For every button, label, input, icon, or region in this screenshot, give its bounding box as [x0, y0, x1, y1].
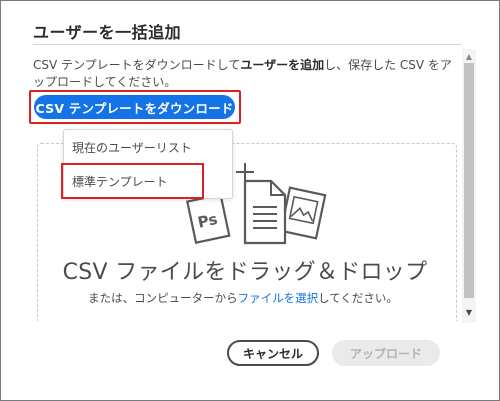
drop-zone-subtitle: または、コンピューターからファイルを選択してください。 [25, 290, 461, 306]
scroll-thumb[interactable] [464, 63, 474, 298]
title-divider [33, 44, 461, 45]
instructions-bold: ユーザーを追加 [240, 58, 325, 72]
cancel-button[interactable]: キャンセル [227, 340, 319, 366]
document-icon [243, 179, 287, 245]
vertical-scrollbar[interactable]: ▲ ▼ [462, 49, 476, 323]
upload-button[interactable]: アップロード [332, 340, 440, 366]
plus-icon [236, 163, 254, 181]
drop-zone-title: CSV ファイルをドラッグ＆ドロップ [62, 260, 428, 285]
instructions-text: CSV テンプレートをダウンロードしてユーザーを追加し、保存した CSV をアッ… [33, 57, 457, 91]
standard-template-highlight [61, 163, 204, 199]
drop-zone-subtitle-prefix: または、コンピューターから [88, 291, 238, 305]
download-csv-template-button[interactable]: CSV テンプレートをダウンロード [34, 95, 235, 119]
bulk-add-users-dialog: ユーザーを一括追加 CSV テンプレートをダウンロードしてユーザーを追加し、保存… [0, 0, 500, 401]
select-file-link[interactable]: ファイルを選択 [238, 291, 319, 305]
photoshop-file-icon: Ps [185, 193, 231, 244]
menu-item-current-user-list[interactable]: 現在のユーザーリスト [72, 139, 192, 156]
instructions-part1: CSV テンプレートをダウンロードして [33, 58, 241, 72]
image-file-icon [279, 186, 327, 240]
scroll-down-icon[interactable]: ▼ [462, 307, 476, 319]
drop-zone-subtitle-suffix: してください。 [318, 291, 398, 305]
scroll-up-icon[interactable]: ▲ [462, 51, 476, 63]
dialog-content: CSV テンプレートをダウンロードしてユーザーを追加し、保存した CSV をアッ… [25, 51, 461, 321]
dialog-title: ユーザーを一括追加 [33, 23, 182, 42]
